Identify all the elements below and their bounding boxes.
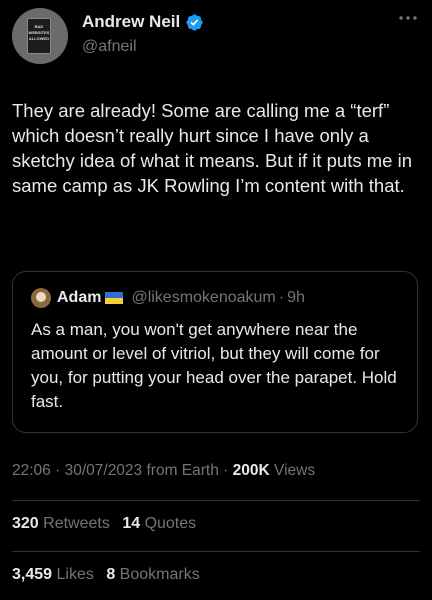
quoted-author-handle[interactable]: @likesmokenoakum (131, 289, 275, 307)
bookmarks-label[interactable]: Bookmarks (120, 566, 200, 583)
author-display-name[interactable]: Andrew Neil (82, 12, 180, 32)
more-options-icon[interactable] (398, 14, 418, 22)
quoted-timestamp[interactable]: 9h (287, 289, 305, 307)
avatar-sign: BAD WEBSITES ALLOWED (27, 18, 51, 54)
meta-separator: · (55, 462, 61, 479)
like-bookmark-stats: 3,459 Likes 8 Bookmarks (12, 566, 208, 584)
bookmarks-count[interactable]: 8 (106, 566, 115, 583)
meta-separator: · (223, 462, 229, 479)
divider (12, 500, 420, 501)
views-label: Views (274, 462, 316, 479)
verified-badge-icon (186, 13, 203, 31)
views-count[interactable]: 200K (233, 462, 270, 479)
likes-count[interactable]: 3,459 (12, 566, 52, 583)
tweet-date[interactable]: 30/07/2023 (65, 462, 143, 479)
divider (12, 551, 420, 552)
retweet-quote-stats: 320 Retweets 14 Quotes (12, 515, 204, 533)
quoted-tweet-text: As a man, you won't get anywhere near th… (31, 320, 397, 411)
author-handle[interactable]: @afneil (82, 38, 137, 56)
quotes-label[interactable]: Quotes (145, 515, 197, 532)
quotes-count[interactable]: 14 (122, 515, 140, 532)
author-avatar[interactable]: BAD WEBSITES ALLOWED (12, 8, 68, 64)
tweet-source: from Earth (146, 462, 219, 479)
tweet-time[interactable]: 22:06 (12, 462, 51, 479)
quoted-author-avatar[interactable] (31, 288, 51, 308)
retweets-count[interactable]: 320 (12, 515, 39, 532)
quoted-tweet[interactable]: Adam @likesmokenoakum · 9h As a man, you… (12, 271, 418, 433)
quoted-tweet-header: Adam @likesmokenoakum · 9h (31, 288, 305, 308)
quoted-separator: · (278, 289, 285, 306)
tweet-text: They are already! Some are calling me a … (12, 100, 412, 196)
likes-label[interactable]: Likes (57, 566, 94, 583)
retweets-label[interactable]: Retweets (43, 515, 110, 532)
quoted-author-name[interactable]: Adam (57, 289, 101, 307)
ukraine-flag-icon (105, 292, 124, 304)
tweet-meta: 22:06 · 30/07/2023 from Earth · 200K Vie… (12, 462, 315, 480)
tweet-detail: BAD WEBSITES ALLOWED Andrew Neil @afneil… (0, 0, 432, 600)
author-name-row: Andrew Neil (82, 12, 204, 32)
